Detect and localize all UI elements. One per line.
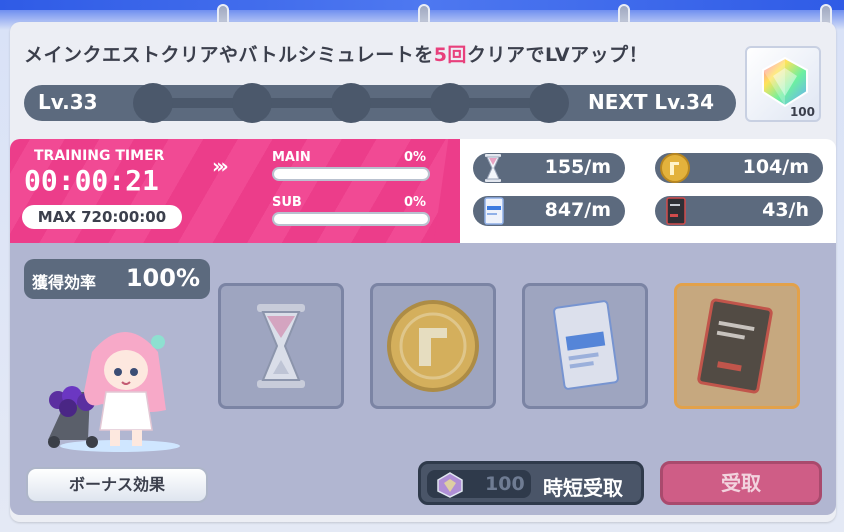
sub-progress-bar	[272, 212, 430, 226]
level-node	[133, 83, 173, 123]
rate-technical-report-value: 43/h	[762, 199, 809, 221]
level-node	[529, 83, 569, 123]
character-mascot-icon	[48, 332, 180, 452]
coin-icon	[660, 153, 690, 183]
level-node	[331, 83, 371, 123]
item-coin[interactable]	[370, 283, 496, 409]
sub-label: SUB	[272, 195, 302, 210]
mission-prefix: メインクエストクリアやバトルシミュレートを	[24, 44, 434, 66]
mission-text: メインクエストクリアやバトルシミュレートを5回クリアでLVアップ！	[24, 40, 744, 67]
main-percent: 0%	[404, 150, 427, 165]
chevrons-icon: ›››	[212, 154, 229, 178]
sub-percent: 0%	[404, 195, 427, 210]
main-progress-bar	[272, 167, 430, 181]
training-report-icon	[484, 197, 504, 225]
training-report-icon	[553, 300, 619, 390]
shorten-label: 時短受取	[543, 476, 623, 500]
hourglass-icon	[485, 154, 501, 182]
coin-icon	[387, 300, 479, 392]
mission-suffix: クリアでLVアップ！	[466, 44, 649, 66]
current-level: Lv.33	[38, 90, 98, 114]
item-training-report[interactable]	[522, 283, 648, 409]
timer-value: 00:00:21	[24, 164, 159, 197]
efficiency-label: 獲得効率	[32, 273, 97, 292]
shorten-cost: 100	[485, 473, 525, 495]
technical-report-icon	[697, 298, 773, 394]
next-level: NEXT Lv.34	[588, 90, 715, 114]
receive-button[interactable]: 受取	[660, 461, 822, 505]
main-label: MAIN	[272, 150, 311, 165]
reward-count: 100	[789, 105, 815, 119]
rate-coin-value: 104/m	[742, 156, 809, 178]
rate-training-report: 847/m	[473, 196, 625, 226]
levelup-reward[interactable]: 100	[745, 46, 821, 122]
hourglass-icon	[257, 304, 305, 388]
rate-hourglass: 155/m	[473, 153, 625, 183]
item-technical-report[interactable]	[674, 283, 800, 409]
mission-count: 5回	[433, 44, 467, 66]
efficiency-badge: 獲得効率 100%	[24, 259, 210, 299]
level-node	[430, 83, 470, 123]
rainbow-gem-icon	[437, 472, 463, 498]
rate-technical-report: 43/h	[655, 196, 823, 226]
rate-hourglass-value: 155/m	[544, 156, 611, 178]
item-hourglass[interactable]	[218, 283, 344, 409]
technical-report-icon	[666, 197, 686, 225]
level-node	[232, 83, 272, 123]
timer-label: TRAINING TIMER	[34, 148, 165, 164]
efficiency-value: 100%	[125, 264, 200, 292]
bonus-effect-button[interactable]: ボーナス効果	[26, 467, 208, 503]
shorten-receive-button[interactable]: 100 時短受取	[418, 461, 644, 505]
rate-coin: 104/m	[655, 153, 823, 183]
rate-training-report-value: 847/m	[544, 199, 611, 221]
rainbow-gem-icon	[762, 56, 808, 108]
timer-max: MAX 720:00:00	[22, 205, 182, 229]
